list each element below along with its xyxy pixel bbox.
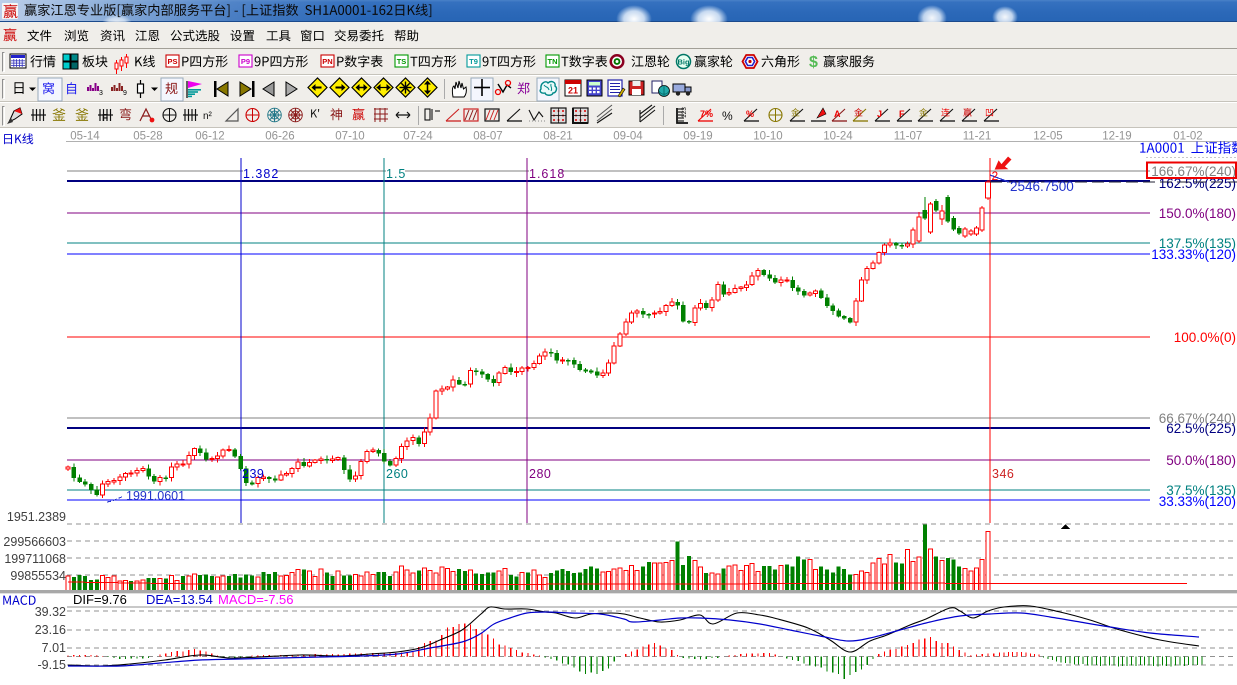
svg-text:1.382: 1.382: [243, 167, 279, 181]
svg-text:Big: Big: [677, 58, 690, 67]
svg-text:PS: PS: [167, 57, 177, 66]
svg-text:1.5: 1.5: [386, 167, 406, 181]
svg-text:T9: T9: [469, 57, 478, 66]
svg-text:12-19: 12-19: [1102, 131, 1131, 143]
svg-text:12-05: 12-05: [1033, 131, 1062, 143]
svg-text:06-26: 06-26: [265, 131, 294, 143]
svg-text:1991.0601: 1991.0601: [126, 489, 185, 503]
svg-text:199711068: 199711068: [4, 552, 66, 566]
svg-text:n²: n²: [203, 111, 213, 122]
svg-text:F: F: [102, 113, 108, 124]
svg-text:%: %: [722, 109, 733, 123]
svg-text:01-02: 01-02: [1173, 131, 1202, 143]
svg-text:TN: TN: [548, 57, 558, 66]
svg-text:9: 9: [123, 90, 127, 97]
svg-text:99855534: 99855534: [10, 569, 66, 583]
svg-text:-9.15: -9.15: [38, 658, 67, 672]
svg-text:23.16: 23.16: [35, 623, 66, 637]
svg-text:09-04: 09-04: [613, 131, 643, 143]
svg-text:239: 239: [242, 467, 264, 481]
svg-text:07-10: 07-10: [335, 131, 364, 143]
svg-text:7%: 7%: [700, 109, 713, 119]
svg-text:39.32: 39.32: [35, 605, 66, 619]
svg-text:%: %: [746, 109, 754, 119]
svg-text:1951.2389: 1951.2389: [7, 510, 66, 524]
svg-text:62.5%(225): 62.5%(225): [1166, 421, 1236, 436]
svg-text:DEA=13.54: DEA=13.54: [146, 592, 213, 607]
svg-text:21: 21: [568, 86, 578, 96]
svg-text:09-19: 09-19: [683, 131, 712, 143]
svg-text:05-14: 05-14: [70, 131, 100, 143]
svg-text:08-21: 08-21: [543, 131, 572, 143]
svg-text:A: A: [834, 109, 841, 119]
svg-text:J: J: [877, 109, 882, 119]
svg-text:123: 123: [681, 107, 688, 118]
svg-text:05-28: 05-28: [133, 131, 162, 143]
svg-text:DIF=9.76: DIF=9.76: [73, 592, 127, 607]
svg-text:280: 280: [529, 467, 551, 481]
svg-text:PN: PN: [322, 57, 332, 66]
svg-text:P9: P9: [241, 57, 250, 66]
svg-text:06-12: 06-12: [195, 131, 224, 143]
svg-text:MACD=-7.56: MACD=-7.56: [218, 592, 294, 607]
svg-text:1.618: 1.618: [529, 167, 565, 181]
svg-text:3: 3: [99, 90, 103, 97]
svg-text:$: $: [809, 54, 818, 71]
svg-text:260: 260: [386, 467, 408, 481]
svg-text:150.0%(180): 150.0%(180): [1159, 206, 1236, 221]
svg-text:10-24: 10-24: [823, 131, 853, 143]
svg-text:10-10: 10-10: [753, 131, 782, 143]
svg-text:11-21: 11-21: [963, 131, 992, 143]
svg-text:TS: TS: [397, 57, 407, 66]
svg-text:346: 346: [992, 467, 1014, 481]
svg-text:2: 2: [992, 169, 999, 183]
svg-text:11-07: 11-07: [894, 131, 923, 143]
svg-text:133.33%(120): 133.33%(120): [1151, 247, 1236, 262]
svg-text:F: F: [899, 109, 905, 119]
svg-text:2546.7500: 2546.7500: [1010, 179, 1074, 194]
svg-text:50.0%(180): 50.0%(180): [1166, 453, 1236, 468]
svg-text:33.33%(120): 33.33%(120): [1159, 494, 1236, 509]
svg-text:7.01: 7.01: [42, 641, 66, 655]
svg-text:07-24: 07-24: [403, 131, 433, 143]
svg-text:100.0%(0): 100.0%(0): [1174, 330, 1236, 345]
svg-text:08-07: 08-07: [473, 131, 502, 143]
svg-text:299566603: 299566603: [3, 535, 66, 549]
